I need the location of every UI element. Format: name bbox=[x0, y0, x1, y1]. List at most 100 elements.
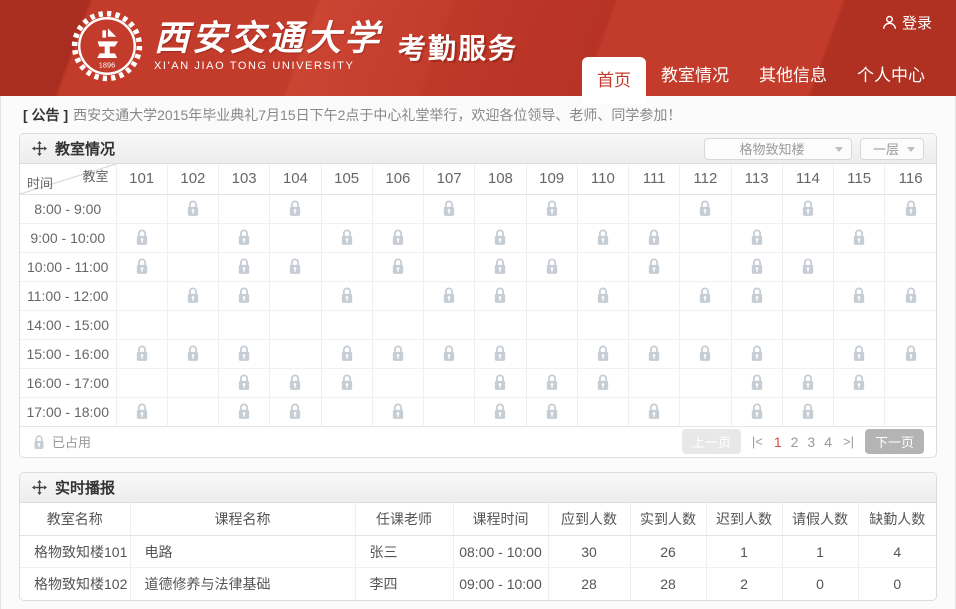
slot-cell-101[interactable] bbox=[116, 252, 167, 281]
slot-cell-107[interactable] bbox=[424, 281, 475, 310]
slot-cell-107[interactable] bbox=[424, 194, 475, 223]
slot-cell-110[interactable] bbox=[577, 310, 628, 339]
slot-cell-103[interactable] bbox=[219, 281, 270, 310]
slot-cell-110[interactable] bbox=[577, 397, 628, 426]
slot-cell-104[interactable] bbox=[270, 397, 321, 426]
slot-cell-105[interactable] bbox=[321, 368, 372, 397]
tab-2[interactable]: 教室情况 bbox=[646, 51, 744, 96]
slot-cell-110[interactable] bbox=[577, 252, 628, 281]
slot-cell-105[interactable] bbox=[321, 397, 372, 426]
slot-cell-106[interactable] bbox=[372, 310, 423, 339]
slot-cell-108[interactable] bbox=[475, 252, 526, 281]
slot-cell-101[interactable] bbox=[116, 339, 167, 368]
slot-cell-111[interactable] bbox=[629, 397, 680, 426]
next-page-button[interactable]: 下一页 bbox=[865, 429, 924, 454]
slot-cell-104[interactable] bbox=[270, 252, 321, 281]
slot-cell-112[interactable] bbox=[680, 310, 731, 339]
slot-cell-102[interactable] bbox=[167, 368, 218, 397]
slot-cell-103[interactable] bbox=[219, 368, 270, 397]
slot-cell-114[interactable] bbox=[782, 368, 833, 397]
slot-cell-115[interactable] bbox=[834, 310, 885, 339]
slot-cell-104[interactable] bbox=[270, 368, 321, 397]
slot-cell-104[interactable] bbox=[270, 194, 321, 223]
slot-cell-102[interactable] bbox=[167, 252, 218, 281]
tab-3[interactable]: 其他信息 bbox=[744, 51, 842, 96]
slot-cell-101[interactable] bbox=[116, 281, 167, 310]
slot-cell-101[interactable] bbox=[116, 194, 167, 223]
slot-cell-109[interactable] bbox=[526, 368, 577, 397]
slot-cell-107[interactable] bbox=[424, 252, 475, 281]
slot-cell-114[interactable] bbox=[782, 194, 833, 223]
slot-cell-103[interactable] bbox=[219, 194, 270, 223]
slot-cell-113[interactable] bbox=[731, 310, 782, 339]
slot-cell-116[interactable] bbox=[885, 339, 936, 368]
slot-cell-115[interactable] bbox=[834, 339, 885, 368]
slot-cell-109[interactable] bbox=[526, 397, 577, 426]
slot-cell-108[interactable] bbox=[475, 194, 526, 223]
slot-cell-108[interactable] bbox=[475, 223, 526, 252]
slot-cell-105[interactable] bbox=[321, 339, 372, 368]
slot-cell-112[interactable] bbox=[680, 397, 731, 426]
first-page-icon[interactable]: |< bbox=[752, 434, 763, 449]
slot-cell-114[interactable] bbox=[782, 339, 833, 368]
slot-cell-116[interactable] bbox=[885, 223, 936, 252]
slot-cell-109[interactable] bbox=[526, 223, 577, 252]
floor-select[interactable]: 一层 bbox=[860, 138, 924, 160]
slot-cell-114[interactable] bbox=[782, 281, 833, 310]
slot-cell-113[interactable] bbox=[731, 252, 782, 281]
prev-page-button[interactable]: 上一页 bbox=[682, 429, 741, 454]
slot-cell-106[interactable] bbox=[372, 397, 423, 426]
slot-cell-115[interactable] bbox=[834, 252, 885, 281]
slot-cell-114[interactable] bbox=[782, 310, 833, 339]
slot-cell-105[interactable] bbox=[321, 310, 372, 339]
tab-4[interactable]: 个人中心 bbox=[842, 51, 940, 96]
slot-cell-111[interactable] bbox=[629, 339, 680, 368]
slot-cell-107[interactable] bbox=[424, 310, 475, 339]
slot-cell-102[interactable] bbox=[167, 397, 218, 426]
slot-cell-116[interactable] bbox=[885, 281, 936, 310]
slot-cell-101[interactable] bbox=[116, 397, 167, 426]
slot-cell-107[interactable] bbox=[424, 339, 475, 368]
slot-cell-103[interactable] bbox=[219, 339, 270, 368]
slot-cell-116[interactable] bbox=[885, 194, 936, 223]
slot-cell-109[interactable] bbox=[526, 252, 577, 281]
slot-cell-104[interactable] bbox=[270, 281, 321, 310]
page-number-1[interactable]: 1 bbox=[774, 434, 782, 450]
slot-cell-102[interactable] bbox=[167, 310, 218, 339]
slot-cell-105[interactable] bbox=[321, 223, 372, 252]
building-select[interactable]: 格物致知楼 bbox=[704, 138, 852, 160]
slot-cell-105[interactable] bbox=[321, 281, 372, 310]
slot-cell-105[interactable] bbox=[321, 252, 372, 281]
slot-cell-101[interactable] bbox=[116, 310, 167, 339]
slot-cell-108[interactable] bbox=[475, 339, 526, 368]
slot-cell-116[interactable] bbox=[885, 310, 936, 339]
slot-cell-111[interactable] bbox=[629, 310, 680, 339]
slot-cell-112[interactable] bbox=[680, 194, 731, 223]
slot-cell-108[interactable] bbox=[475, 397, 526, 426]
slot-cell-106[interactable] bbox=[372, 281, 423, 310]
slot-cell-112[interactable] bbox=[680, 223, 731, 252]
slot-cell-113[interactable] bbox=[731, 223, 782, 252]
slot-cell-103[interactable] bbox=[219, 252, 270, 281]
slot-cell-111[interactable] bbox=[629, 368, 680, 397]
slot-cell-110[interactable] bbox=[577, 339, 628, 368]
slot-cell-114[interactable] bbox=[782, 397, 833, 426]
slot-cell-105[interactable] bbox=[321, 194, 372, 223]
slot-cell-104[interactable] bbox=[270, 223, 321, 252]
slot-cell-116[interactable] bbox=[885, 368, 936, 397]
slot-cell-113[interactable] bbox=[731, 368, 782, 397]
slot-cell-115[interactable] bbox=[834, 281, 885, 310]
slot-cell-106[interactable] bbox=[372, 339, 423, 368]
slot-cell-113[interactable] bbox=[731, 397, 782, 426]
slot-cell-111[interactable] bbox=[629, 223, 680, 252]
slot-cell-111[interactable] bbox=[629, 281, 680, 310]
last-page-icon[interactable]: >| bbox=[843, 434, 854, 449]
slot-cell-109[interactable] bbox=[526, 339, 577, 368]
slot-cell-106[interactable] bbox=[372, 368, 423, 397]
slot-cell-113[interactable] bbox=[731, 339, 782, 368]
slot-cell-106[interactable] bbox=[372, 194, 423, 223]
login-link[interactable]: 登录 bbox=[882, 12, 932, 33]
slot-cell-110[interactable] bbox=[577, 194, 628, 223]
slot-cell-104[interactable] bbox=[270, 310, 321, 339]
slot-cell-107[interactable] bbox=[424, 368, 475, 397]
